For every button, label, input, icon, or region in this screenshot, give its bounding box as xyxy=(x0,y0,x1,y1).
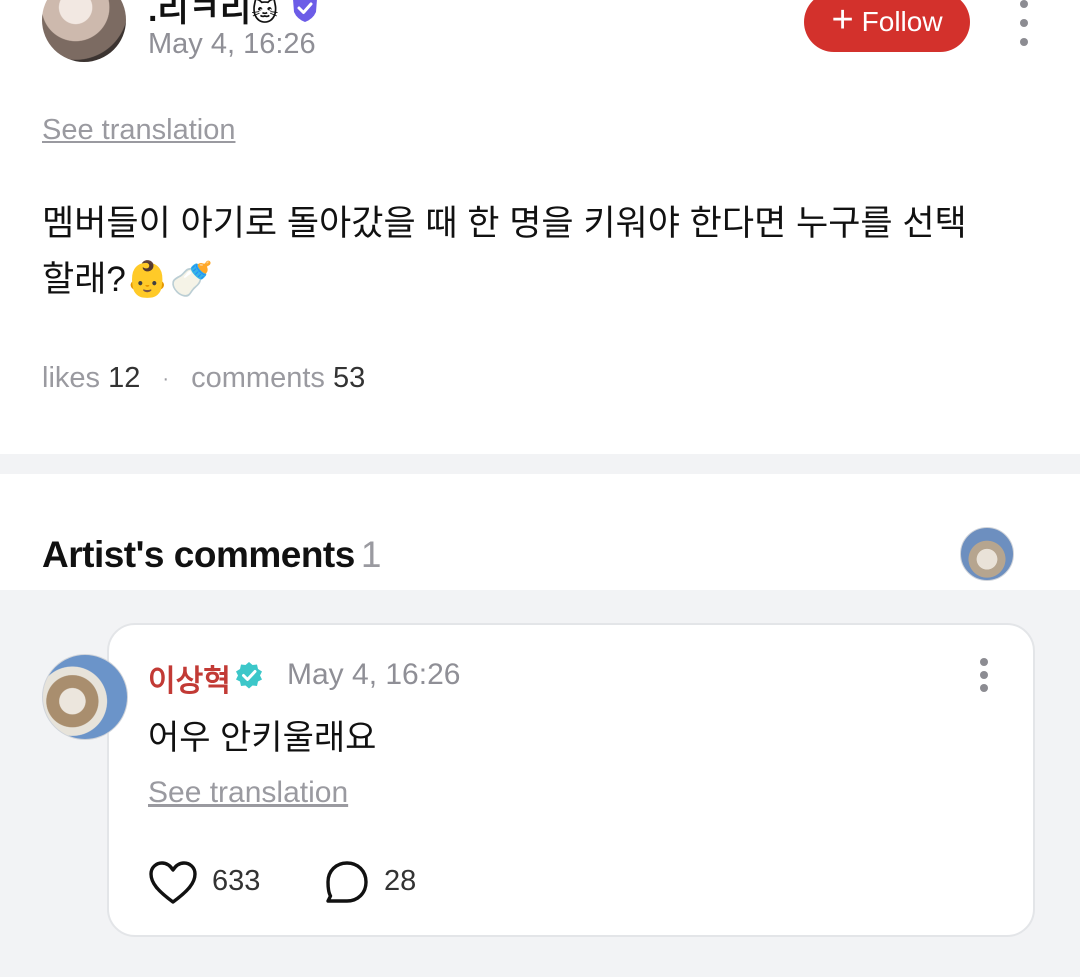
author-avatar[interactable] xyxy=(42,0,126,62)
comments-label[interactable]: comments xyxy=(191,362,325,394)
likes-count: 12 xyxy=(108,362,141,394)
comment-bubble-icon[interactable] xyxy=(324,860,370,911)
comment-text: 어우 안키울래요 xyxy=(148,719,377,757)
artist-comments-label: Artist's comments xyxy=(42,534,355,575)
see-translation-link[interactable]: See translation xyxy=(42,114,235,147)
artist-comments-title: Artist's comments 1 xyxy=(42,534,381,576)
author-name[interactable]: .리ㅋ리 xyxy=(148,0,251,29)
follow-label: Follow xyxy=(861,6,943,37)
more-options-icon[interactable] xyxy=(1014,0,1034,46)
comment-reply-count: 28 xyxy=(384,865,417,897)
plus-icon: + xyxy=(831,0,854,41)
commenter-avatar[interactable] xyxy=(42,654,128,740)
post-body-line: 멤버들이 아기로 돌아갔을 때 한 명을 키워야 한다면 누구를 선택 xyxy=(42,204,967,243)
stats-separator: · xyxy=(162,367,170,390)
verified-badge-icon xyxy=(234,660,264,695)
artist-comments-count: 1 xyxy=(360,534,382,575)
post-body: 멤버들이 아기로 돌아갔을 때 한 명을 키워야 한다면 누구를 선택 할래?👶… xyxy=(42,196,1042,308)
likes-label: likes xyxy=(42,362,101,394)
author-name-row[interactable]: .리ㅋ리🐱 xyxy=(148,0,320,32)
comment-see-translation-link[interactable]: See translation xyxy=(148,776,348,810)
comment-more-options-icon[interactable] xyxy=(975,658,993,692)
post-timestamp: May 4, 16:26 xyxy=(148,28,316,60)
heart-icon[interactable] xyxy=(148,860,198,911)
verified-badge-icon xyxy=(290,0,320,32)
section-divider xyxy=(0,454,1080,474)
comments-count[interactable]: 53 xyxy=(333,362,365,394)
artist-avatar-small[interactable] xyxy=(960,527,1014,581)
comment-timestamp: May 4, 16:26 xyxy=(287,658,461,691)
post-stats: likes 12 · comments 53 xyxy=(42,362,365,395)
follow-button[interactable]: + Follow xyxy=(804,0,970,52)
post-body-line: 할래?👶🍼 xyxy=(42,260,214,299)
cat-emoji: 🐱 xyxy=(251,0,279,27)
comment-like-count: 633 xyxy=(212,865,261,897)
commenter-name[interactable]: 이상혁 xyxy=(148,656,231,700)
